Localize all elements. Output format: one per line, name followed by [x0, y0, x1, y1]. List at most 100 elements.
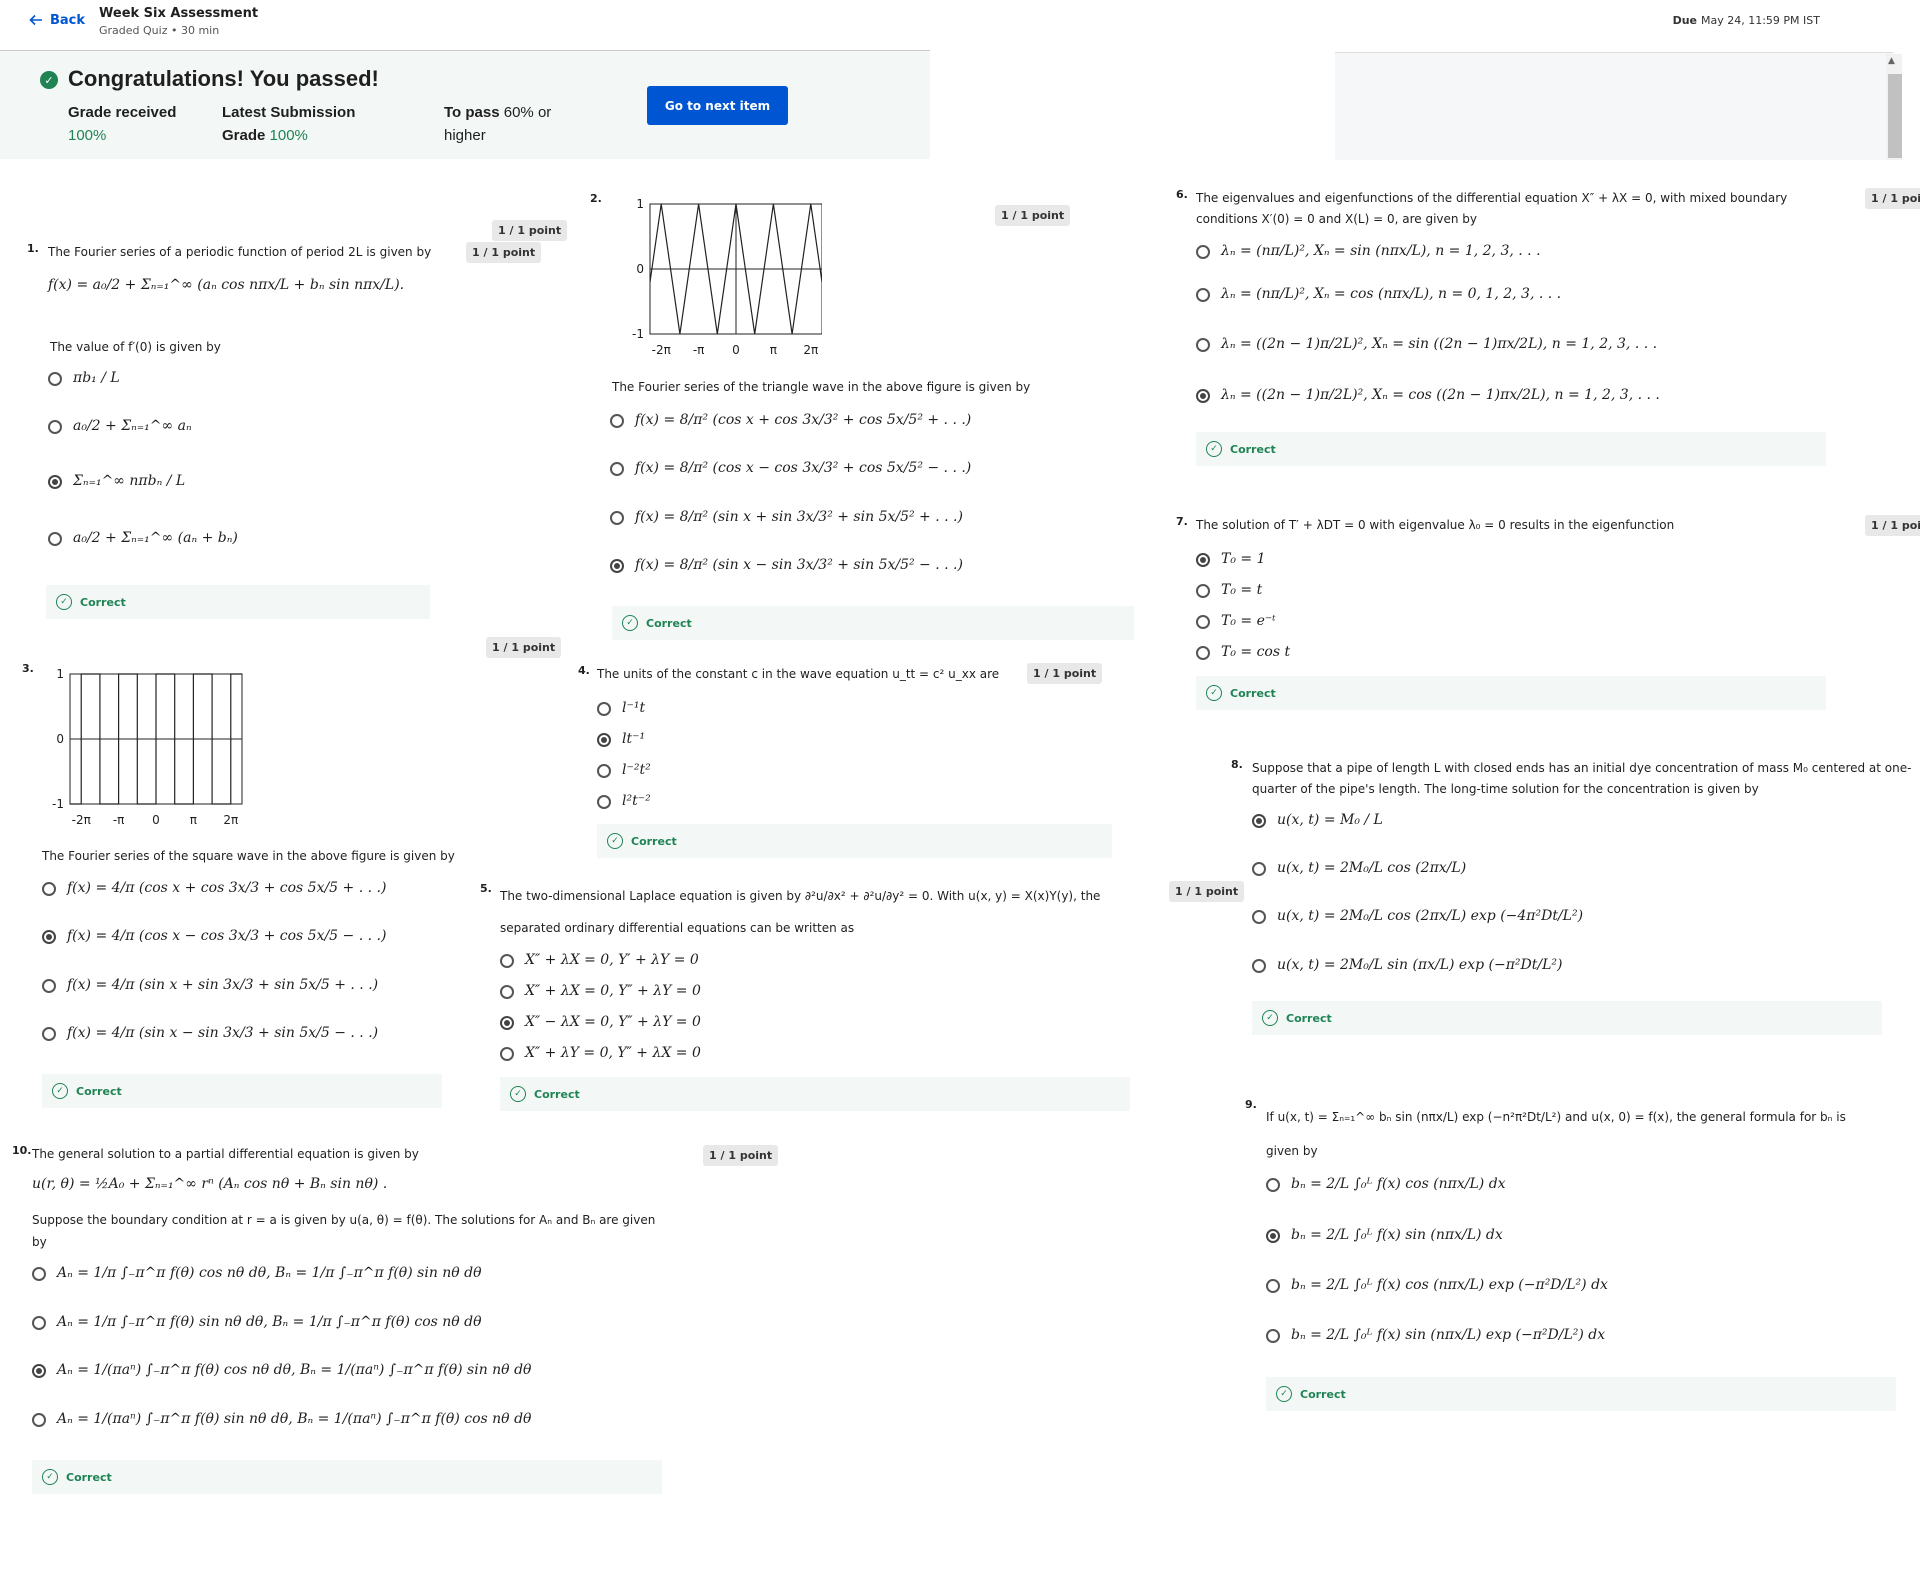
- answer-radio[interactable]: [1252, 814, 1266, 828]
- answer-option[interactable]: Σₙ₌₁^∞ nπbₙ / L: [73, 473, 185, 489]
- answer-option[interactable]: Aₙ = 1/(πaⁿ) ∫₋π^π f(θ) sin nθ dθ, Bₙ = …: [57, 1411, 531, 1427]
- answer-option[interactable]: a₀/2 + Σₙ₌₁^∞ aₙ: [73, 418, 192, 434]
- answer-option[interactable]: f(x) = 8/π² (cos x − cos 3x/3² + cos 5x/…: [635, 460, 971, 476]
- y-tick-label: 1: [636, 197, 644, 211]
- question-text: The two-dimensional Laplace equation is …: [500, 889, 1101, 903]
- latest-value: 100%: [269, 127, 308, 144]
- answer-option[interactable]: f(x) = 4/π (sin x + sin 3x/3 + sin 5x/5 …: [67, 977, 378, 993]
- answer-option[interactable]: l⁻²t²: [622, 762, 651, 778]
- answer-radio[interactable]: [597, 795, 611, 809]
- question-formula: u(r, θ) = ½A₀ + Σₙ₌₁^∞ rⁿ (Aₙ cos nθ + B…: [32, 1176, 388, 1192]
- answer-option[interactable]: T₀ = t: [1221, 582, 1262, 598]
- answer-radio[interactable]: [42, 930, 56, 944]
- question-text: The units of the constant c in the wave …: [597, 667, 1000, 681]
- answer-option[interactable]: f(x) = 4/π (sin x − sin 3x/3 + sin 5x/5 …: [67, 1025, 378, 1041]
- answer-radio[interactable]: [48, 475, 62, 489]
- answer-radio[interactable]: [1196, 646, 1210, 660]
- answer-option[interactable]: πb₁ / L: [73, 370, 120, 386]
- answer-option[interactable]: bₙ = 2/L ∫₀ᴸ f(x) sin (nπx/L) dx: [1291, 1227, 1503, 1243]
- answer-radio[interactable]: [48, 372, 62, 386]
- answer-radio[interactable]: [1266, 1178, 1280, 1192]
- question-text: If u(x, t) = Σₙ₌₁^∞ bₙ sin (nπx/L) exp (…: [1266, 1110, 1846, 1124]
- answer-option[interactable]: Aₙ = 1/(πaⁿ) ∫₋π^π f(θ) cos nθ dθ, Bₙ = …: [57, 1362, 531, 1378]
- answer-option[interactable]: u(x, t) = 2M₀/L sin (πx/L) exp (−π²Dt/L²…: [1277, 957, 1562, 973]
- answer-option[interactable]: l⁻¹t: [622, 700, 645, 716]
- answer-radio[interactable]: [42, 882, 56, 896]
- answer-option[interactable]: a₀/2 + Σₙ₌₁^∞ (aₙ + bₙ): [73, 530, 238, 546]
- answer-radio[interactable]: [610, 511, 624, 525]
- answer-option[interactable]: λₙ = ((2n − 1)π/2L)², Xₙ = sin ((2n − 1)…: [1221, 336, 1657, 352]
- answer-radio[interactable]: [1196, 389, 1210, 403]
- answer-radio[interactable]: [597, 702, 611, 716]
- answer-option[interactable]: f(x) = 4/π (cos x − cos 3x/3 + cos 5x/5 …: [67, 928, 386, 944]
- points-badge: 1 / 1 point: [492, 220, 568, 241]
- answer-radio[interactable]: [1252, 910, 1266, 924]
- answer-radio[interactable]: [500, 954, 514, 968]
- answer-radio[interactable]: [32, 1316, 46, 1330]
- answer-option[interactable]: l²t⁻²: [622, 793, 651, 809]
- answer-option[interactable]: X″ − λX = 0, Y″ + λY = 0: [525, 1014, 701, 1030]
- answer-radio[interactable]: [1266, 1329, 1280, 1343]
- answer-option[interactable]: λₙ = (nπ/L)², Xₙ = sin (nπx/L), n = 1, 2…: [1221, 243, 1541, 259]
- answer-radio[interactable]: [500, 1016, 514, 1030]
- check-circle-icon: ✓: [1262, 1010, 1278, 1026]
- answer-option[interactable]: X″ + λX = 0, Y″ + λY = 0: [525, 983, 701, 999]
- next-item-button[interactable]: Go to next item: [647, 86, 788, 125]
- answer-radio[interactable]: [1196, 584, 1210, 598]
- answer-option[interactable]: bₙ = 2/L ∫₀ᴸ f(x) cos (nπx/L) exp (−π²D/…: [1291, 1277, 1608, 1293]
- answer-radio[interactable]: [1252, 862, 1266, 876]
- answer-option[interactable]: X″ + λY = 0, Y″ + λX = 0: [525, 1045, 701, 1061]
- x-tick-label: π: [770, 343, 777, 356]
- answer-radio[interactable]: [500, 1047, 514, 1061]
- answer-option[interactable]: lt⁻¹: [622, 731, 645, 747]
- answer-option[interactable]: λₙ = (nπ/L)², Xₙ = cos (nπx/L), n = 0, 1…: [1221, 286, 1561, 302]
- back-link[interactable]: Back: [28, 12, 85, 28]
- answer-radio[interactable]: [610, 462, 624, 476]
- answer-option[interactable]: λₙ = ((2n − 1)π/2L)², Xₙ = cos ((2n − 1)…: [1221, 387, 1660, 403]
- answer-option[interactable]: T₀ = e⁻ᵗ: [1221, 613, 1276, 629]
- correct-label: Correct: [80, 595, 126, 609]
- answer-option[interactable]: bₙ = 2/L ∫₀ᴸ f(x) sin (nπx/L) exp (−π²D/…: [1291, 1327, 1605, 1343]
- answer-radio[interactable]: [1266, 1229, 1280, 1243]
- answer-radio[interactable]: [42, 979, 56, 993]
- answer-radio[interactable]: [48, 532, 62, 546]
- answer-radio[interactable]: [1196, 245, 1210, 259]
- answer-option[interactable]: f(x) = 4/π (cos x + cos 3x/3 + cos 5x/5 …: [67, 880, 386, 896]
- correct-label: Correct: [631, 834, 677, 848]
- answer-radio[interactable]: [1196, 553, 1210, 567]
- answer-option[interactable]: u(x, t) = 2M₀/L cos (2πx/L): [1277, 860, 1466, 876]
- scrollbar-thumb[interactable]: [1888, 74, 1902, 158]
- answer-radio[interactable]: [32, 1364, 46, 1378]
- question-text: The eigenvalues and eigenfunctions of th…: [1196, 191, 1788, 205]
- answer-radio[interactable]: [500, 985, 514, 999]
- answer-option[interactable]: f(x) = 8/π² (sin x − sin 3x/3² + sin 5x/…: [635, 557, 963, 573]
- answer-radio[interactable]: [1252, 959, 1266, 973]
- answer-radio[interactable]: [610, 414, 624, 428]
- answer-option[interactable]: T₀ = 1: [1221, 551, 1266, 567]
- answer-radio[interactable]: [42, 1027, 56, 1041]
- answer-option[interactable]: T₀ = cos t: [1221, 644, 1290, 660]
- answer-option[interactable]: X″ + λX = 0, Y′ + λY = 0: [525, 952, 699, 968]
- answer-option[interactable]: bₙ = 2/L ∫₀ᴸ f(x) cos (nπx/L) dx: [1291, 1176, 1506, 1192]
- answer-radio[interactable]: [32, 1267, 46, 1281]
- answer-radio[interactable]: [1196, 288, 1210, 302]
- answer-radio[interactable]: [1266, 1279, 1280, 1293]
- answer-option[interactable]: Aₙ = 1/π ∫₋π^π f(θ) cos nθ dθ, Bₙ = 1/π …: [57, 1265, 482, 1281]
- answer-radio[interactable]: [1196, 338, 1210, 352]
- answer-option[interactable]: u(x, t) = 2M₀/L cos (2πx/L) exp (−4π²Dt/…: [1277, 908, 1583, 924]
- answer-radio[interactable]: [48, 420, 62, 434]
- scroll-up-icon[interactable]: ▲: [1888, 56, 1895, 66]
- answer-radio[interactable]: [610, 559, 624, 573]
- answer-option[interactable]: f(x) = 8/π² (cos x + cos 3x/3² + cos 5x/…: [635, 412, 971, 428]
- correct-feedback: ✓ Correct: [1252, 1001, 1882, 1035]
- answer-radio[interactable]: [32, 1413, 46, 1427]
- answer-radio[interactable]: [597, 733, 611, 747]
- answer-option[interactable]: Aₙ = 1/π ∫₋π^π f(θ) sin nθ dθ, Bₙ = 1/π …: [57, 1314, 482, 1330]
- answer-radio[interactable]: [1196, 615, 1210, 629]
- correct-label: Correct: [534, 1087, 580, 1101]
- correct-label: Correct: [1300, 1387, 1346, 1401]
- answer-option[interactable]: u(x, t) = M₀ / L: [1277, 812, 1383, 828]
- answer-radio[interactable]: [597, 764, 611, 778]
- answer-option[interactable]: f(x) = 8/π² (sin x + sin 3x/3² + sin 5x/…: [635, 509, 963, 525]
- question-number: 9.: [1245, 1098, 1257, 1111]
